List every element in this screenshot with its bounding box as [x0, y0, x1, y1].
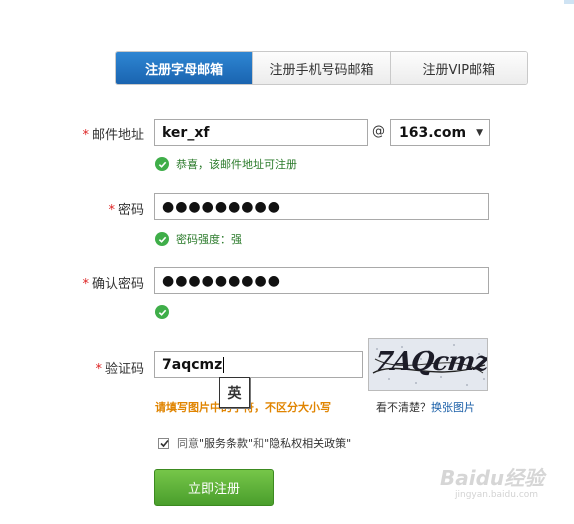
email-label-text: 邮件地址 — [91, 128, 144, 143]
checkmark-icon — [160, 439, 169, 447]
refresh-captcha-link[interactable]: 换张图片 — [431, 401, 475, 414]
email-domain-value: 163.com — [399, 124, 467, 141]
password-label: * 密码 — [44, 199, 144, 218]
top-accent-bar — [564, 0, 574, 4]
captcha-input-value: 7aqcmz — [162, 356, 223, 373]
email-domain-select[interactable]: 163.com ▼ — [390, 119, 490, 146]
agreement-checkbox[interactable] — [158, 437, 169, 449]
captcha-refresh: 看不清楚？换张图片 — [376, 399, 475, 415]
password-input[interactable]: ●●●●●●●●● — [154, 193, 489, 220]
tab-letter-email[interactable]: 注册字母邮箱 — [116, 52, 253, 84]
captcha-label-text: 验证码 — [104, 362, 144, 377]
required-mark: * — [108, 203, 115, 218]
refresh-prefix: 看不清楚？ — [376, 401, 431, 414]
confirm-password-label: * 确认密码 — [44, 273, 144, 292]
password-ok-message: 密码强度：强 — [155, 231, 242, 247]
required-mark: * — [82, 277, 89, 292]
required-mark: * — [95, 362, 102, 377]
agreement-prefix: 同意 — [177, 437, 199, 450]
captcha-image[interactable]: 7AQcmz — [368, 338, 488, 391]
confirm-password-input-value: ●●●●●●●●● — [162, 272, 281, 289]
password-label-text: 密码 — [117, 203, 144, 218]
agreement-and: 和 — [253, 437, 265, 450]
check-circle-icon — [155, 157, 169, 171]
check-circle-icon — [155, 305, 169, 319]
email-ok-message: 恭喜，该邮件地址可注册 — [155, 156, 297, 172]
tab-vip-email[interactable]: 注册VIP邮箱 — [389, 52, 527, 84]
terms-link[interactable]: "服务条款" — [199, 435, 253, 451]
dropdown-arrow-icon: ▼ — [476, 128, 483, 138]
captcha-image-text: 7AQcmz — [372, 347, 488, 377]
check-circle-icon — [155, 232, 169, 246]
confirm-password-label-text: 确认密码 — [91, 277, 144, 292]
email-input-value: ker_xf — [162, 124, 210, 141]
at-sign: @ — [372, 124, 385, 139]
ime-indicator-overlay[interactable]: 英 — [219, 377, 250, 408]
baidu-watermark-url: jingyan.baidu.com — [455, 490, 539, 500]
confirm-password-input[interactable]: ●●●●●●●●● — [154, 267, 489, 294]
password-strength-text: 密码强度：强 — [176, 233, 242, 246]
captcha-input[interactable]: 7aqcmz — [154, 351, 363, 378]
agreement-row: 同意 "服务条款" 和 "隐私权相关政策" — [158, 435, 351, 451]
password-input-value: ●●●●●●●●● — [162, 198, 281, 215]
text-caret — [223, 356, 225, 373]
register-button[interactable]: 立即注册 — [154, 469, 274, 506]
confirm-password-ok — [155, 305, 176, 319]
tab-mobile-email[interactable]: 注册手机号码邮箱 — [252, 52, 390, 84]
email-ok-text: 恭喜，该邮件地址可注册 — [176, 158, 297, 171]
email-input[interactable]: ker_xf — [154, 119, 368, 146]
email-label: * 邮件地址 — [44, 124, 144, 143]
required-mark: * — [82, 128, 89, 143]
captcha-label: * 验证码 — [44, 358, 144, 377]
register-type-tabs: 注册字母邮箱 注册手机号码邮箱 注册VIP邮箱 — [115, 51, 528, 85]
privacy-link[interactable]: "隐私权相关政策" — [264, 435, 351, 451]
baidu-watermark: Baidu经验 — [440, 466, 545, 490]
